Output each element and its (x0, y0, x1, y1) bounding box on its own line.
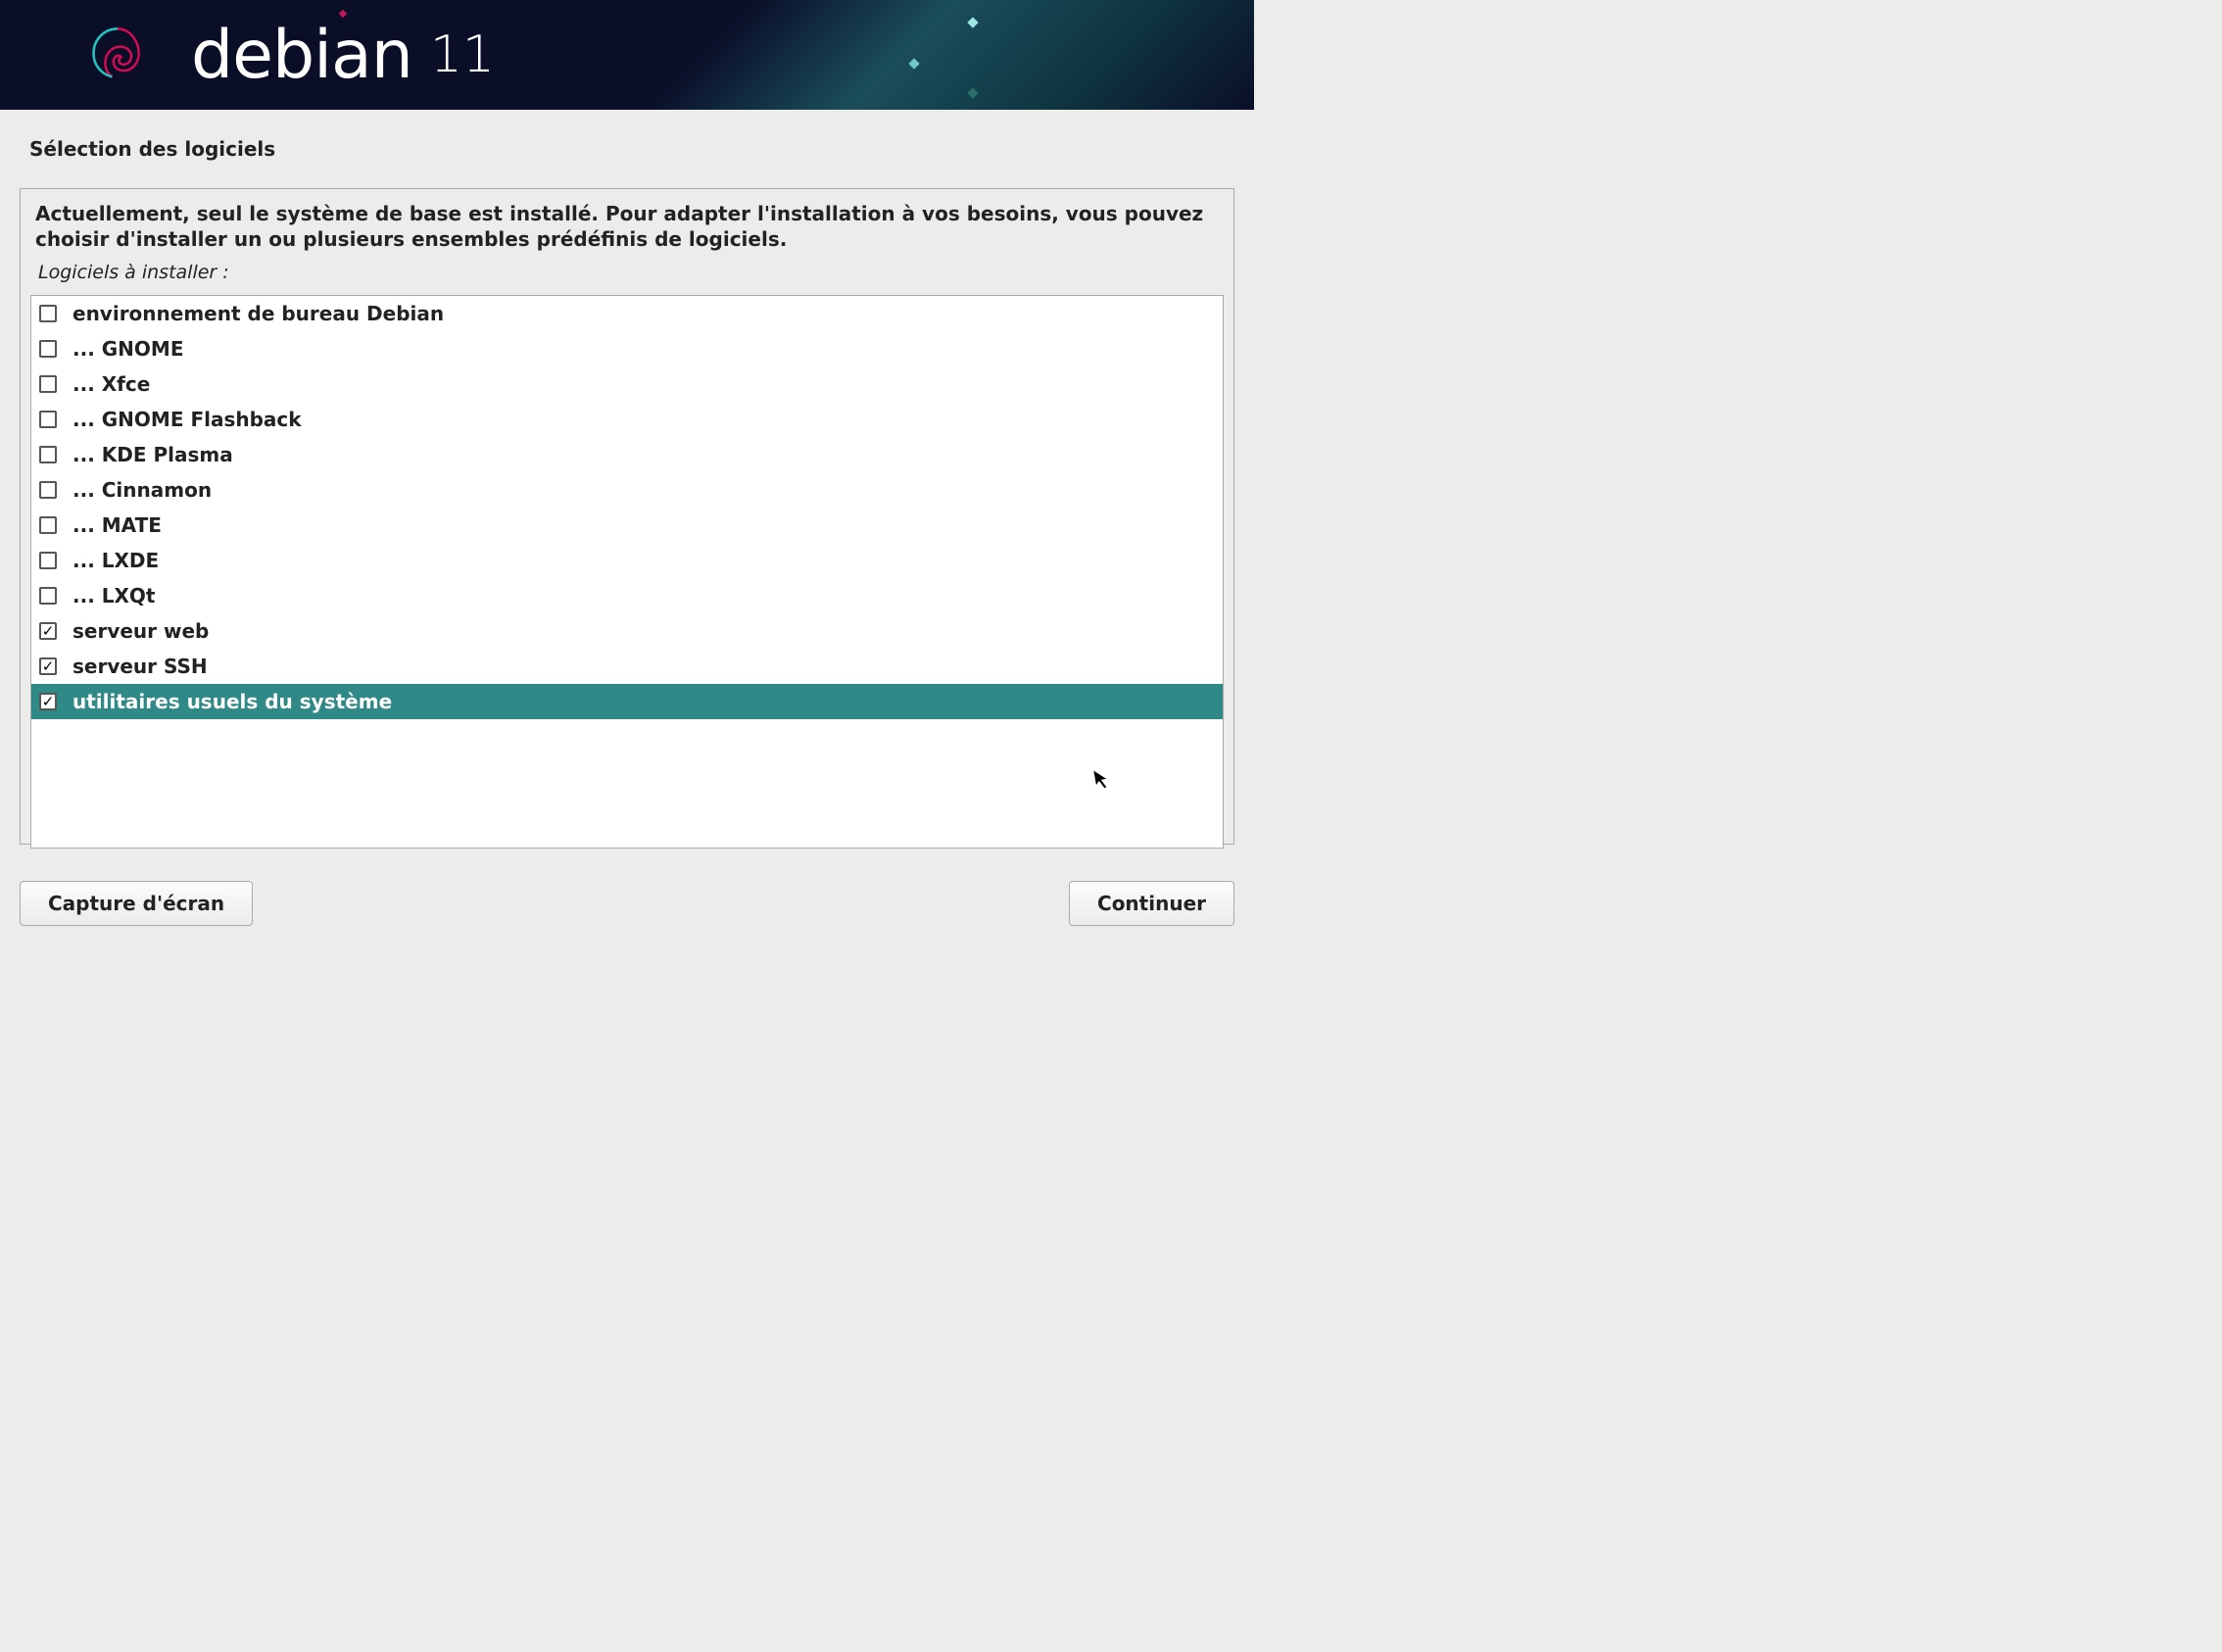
debian-logo-icon (83, 21, 152, 89)
software-checkbox[interactable] (39, 446, 57, 463)
list-subtitle: Logiciels à installer : (21, 262, 1233, 295)
decor-diamond-icon (907, 57, 921, 71)
decor-diamond-icon (966, 16, 980, 29)
brand-version: 11 (430, 25, 495, 84)
software-label: ... LXQt (72, 584, 155, 607)
software-checkbox[interactable] (39, 375, 57, 393)
software-item[interactable]: ... Cinnamon (31, 472, 1223, 508)
decor-diamond-icon (966, 86, 980, 100)
screenshot-button[interactable]: Capture d'écran (20, 881, 253, 926)
software-item[interactable]: serveur SSH (31, 649, 1223, 684)
software-item[interactable]: ... GNOME Flashback (31, 402, 1223, 437)
software-label: ... GNOME (72, 337, 183, 361)
software-item[interactable]: utilitaires usuels du système (31, 684, 1223, 719)
software-item[interactable]: ... Xfce (31, 366, 1223, 402)
software-item[interactable]: ... LXDE (31, 543, 1223, 578)
software-item[interactable]: ... GNOME (31, 331, 1223, 366)
software-checkbox[interactable] (39, 340, 57, 358)
software-item[interactable]: environnement de bureau Debian (31, 296, 1223, 331)
software-checkbox[interactable] (39, 693, 57, 710)
software-label: ... KDE Plasma (72, 443, 233, 466)
software-label: ... LXDE (72, 549, 159, 572)
software-item[interactable]: ... LXQt (31, 578, 1223, 613)
brand-name: debian (191, 17, 412, 94)
continue-button[interactable]: Continuer (1069, 881, 1234, 926)
software-checkbox[interactable] (39, 552, 57, 569)
software-label: utilitaires usuels du système (72, 690, 392, 713)
installer-header: debian 11 (0, 0, 1254, 110)
main-panel: Actuellement, seul le système de base es… (20, 188, 1234, 845)
software-label: environnement de bureau Debian (72, 302, 444, 325)
software-checkbox[interactable] (39, 516, 57, 534)
decor-diamond-icon (337, 8, 349, 20)
software-checkbox[interactable] (39, 657, 57, 675)
software-checkbox[interactable] (39, 587, 57, 605)
software-label: ... Cinnamon (72, 478, 212, 502)
software-item[interactable]: ... KDE Plasma (31, 437, 1223, 472)
software-checkbox[interactable] (39, 411, 57, 428)
software-item[interactable]: serveur web (31, 613, 1223, 649)
software-label: serveur web (72, 619, 209, 643)
software-label: ... MATE (72, 513, 162, 537)
software-checkbox[interactable] (39, 305, 57, 322)
software-label: ... GNOME Flashback (72, 408, 302, 431)
description-text: Actuellement, seul le système de base es… (21, 201, 1233, 262)
software-checkbox[interactable] (39, 481, 57, 499)
page-title: Sélection des logiciels (0, 110, 1254, 161)
button-bar: Capture d'écran Continuer (20, 881, 1234, 926)
software-list[interactable]: environnement de bureau Debian ... GNOME.… (30, 295, 1224, 849)
software-label: serveur SSH (72, 655, 208, 678)
software-item[interactable]: ... MATE (31, 508, 1223, 543)
software-checkbox[interactable] (39, 622, 57, 640)
software-label: ... Xfce (72, 372, 150, 396)
